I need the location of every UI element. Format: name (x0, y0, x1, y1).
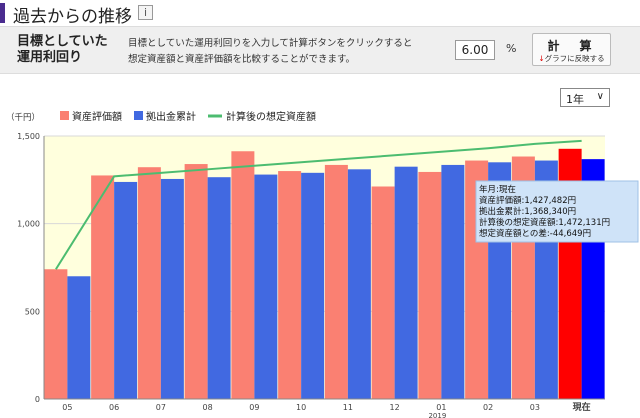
target-rate-title-line2: 運用利回り (17, 50, 83, 65)
x-tick-label-3: 08 (203, 403, 213, 412)
info-icon[interactable]: i (138, 5, 153, 20)
y-tick-label-1: 500 (25, 307, 40, 316)
bar-contribution-2 (160, 178, 184, 399)
bar-asset-value-4 (231, 151, 255, 399)
bar-asset-value-8 (418, 171, 442, 399)
bar-asset-value-3 (184, 164, 208, 399)
target-rate-desc-line1: 目標としていた運用利回りを入力して計算ボタンをクリックすると (128, 38, 413, 49)
bar-asset-value-5 (278, 171, 302, 399)
x-tick-label-2: 07 (156, 403, 166, 412)
bar-asset-value-6 (324, 164, 348, 399)
tooltip-line-3: 計算後の想定資産額:1,472,131円 (479, 217, 610, 228)
bar-contribution-1 (114, 181, 138, 399)
tooltip-line-4: 想定資産額との差:-44,649円 (479, 228, 591, 239)
target-rate-description: 目標としていた運用利回りを入力して計算ボタンをクリックすると 想定資産額と資産評… (128, 36, 412, 68)
calculate-button-label: 計 算 (547, 39, 596, 53)
legend-swatch-1 (134, 111, 143, 120)
calculate-button[interactable]: 計 算 ↓グラフに反映する (532, 33, 611, 66)
bar-asset-value-7 (371, 186, 395, 399)
target-rate-title: 目標としていた 運用利回り (17, 34, 108, 66)
x-tick-label-9: 02 (483, 403, 493, 412)
chevron-down-icon: ∨ (596, 91, 604, 102)
bar-contribution-4 (254, 174, 278, 399)
legend-label-2: 計算後の想定資産額 (226, 110, 316, 123)
bar-asset-value-2 (137, 167, 161, 399)
x-tick-label-4: 09 (249, 403, 259, 412)
legend-swatch-0 (60, 111, 69, 120)
y-tick-label-0: 0 (35, 395, 40, 404)
page-title: 過去からの推移 (13, 7, 132, 27)
x-tick-label-0: 05 (62, 403, 72, 412)
bar-contribution-6 (347, 169, 371, 399)
y-tick-label-2: 1,000 (17, 220, 40, 229)
target-rate-input[interactable] (455, 40, 495, 60)
x-tick-label-8: 01 (436, 403, 446, 412)
calculate-button-sublabel: ↓グラフに反映する (533, 53, 610, 64)
x-tick-label-1: 06 (109, 403, 119, 412)
x-tick-label-6: 11 (343, 403, 353, 412)
x-tick-label-7: 12 (390, 403, 400, 412)
x-tick-label-10: 03 (530, 403, 540, 412)
x-tick-label-11: 現在 (573, 401, 591, 413)
legend-label-1: 拠出金累計 (146, 110, 196, 123)
bar-asset-value-0 (44, 269, 68, 399)
target-rate-panel: 目標としていた 運用利回り 目標としていた運用利回りを入力して計算ボタンをクリッ… (0, 26, 640, 74)
calculate-button-subtext: グラフに反映する (544, 54, 605, 63)
tooltip-line-1: 資産評価額:1,427,482円 (479, 195, 576, 206)
y-unit-label: （千円） (6, 112, 40, 123)
bar-contribution-7 (394, 166, 418, 399)
legend-label-0: 資産評価額 (72, 110, 122, 123)
asset-history-chart: 0 500 1,000 1,500 05 06 07 08 09 10 11 12 01 02 03 現在 20… (6, 110, 639, 418)
tooltip-line-0: 年月:現在 (479, 184, 516, 195)
bar-contribution-5 (301, 172, 325, 399)
x-tick-label-5: 10 (296, 403, 306, 412)
bar-contribution-3 (207, 177, 231, 399)
x-year-label: 2019 (428, 412, 446, 418)
target-rate-title-line1: 目標としていた (17, 34, 108, 49)
title-accent-bar (0, 3, 5, 23)
tooltip-line-2: 拠出金累計:1,368,340円 (479, 206, 576, 217)
percent-unit: % (506, 42, 517, 55)
bar-contribution-0 (67, 276, 91, 399)
bar-contribution-8 (441, 164, 465, 399)
page-header: 過去からの推移 i (0, 0, 640, 27)
y-tick-label-3: 1,500 (17, 132, 40, 141)
target-rate-desc-line2: 想定資産額と資産評価額を比較することができます。 (128, 54, 356, 65)
